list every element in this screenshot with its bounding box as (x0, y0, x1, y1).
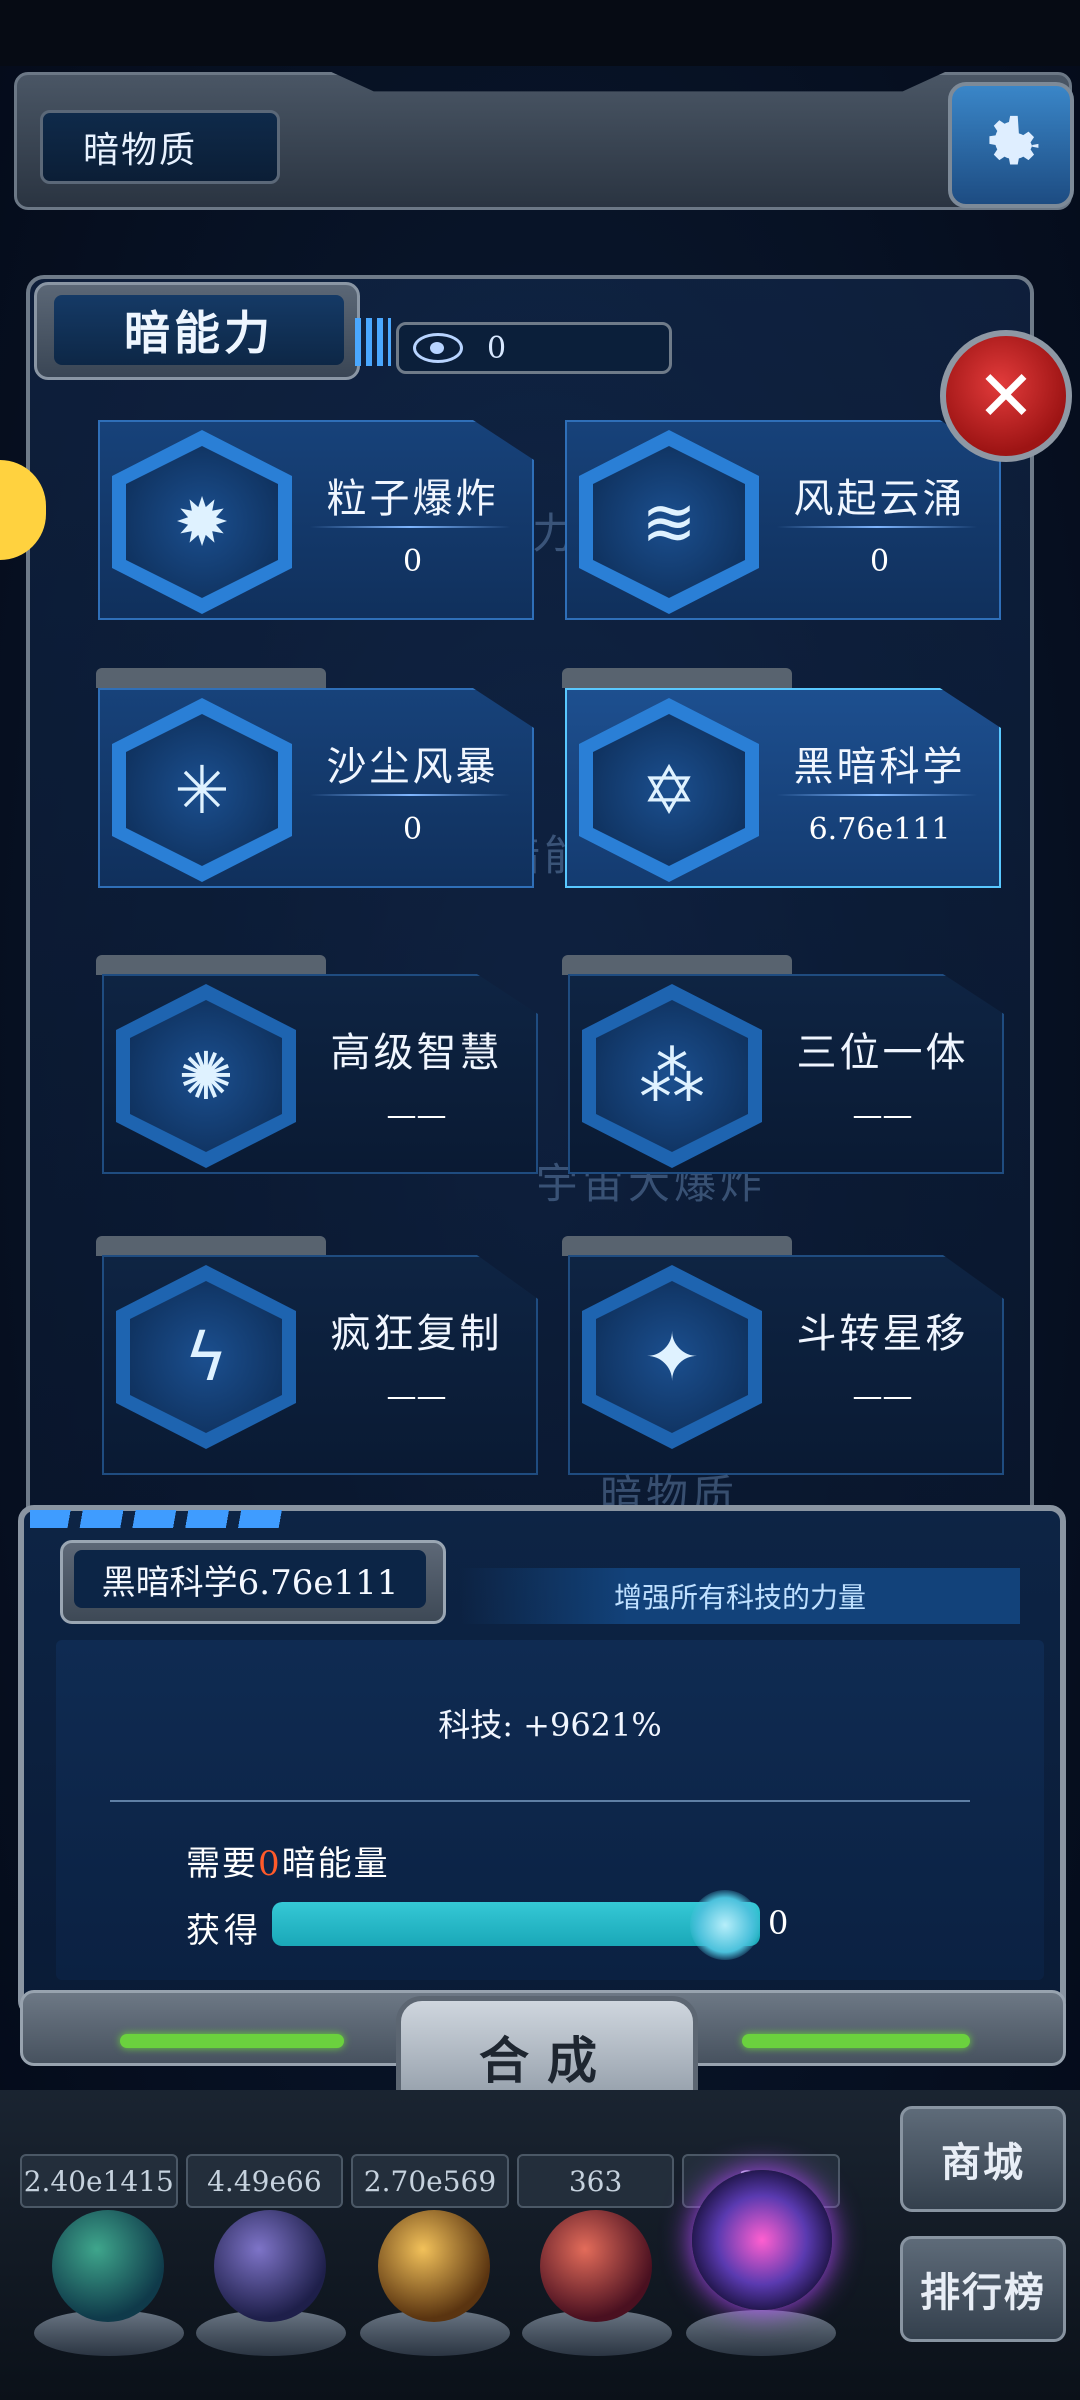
dark-energy-count: 0 (487, 330, 507, 366)
skill-value: 0 (869, 544, 890, 579)
skill-value: —— (386, 1379, 447, 1414)
status-strip (0, 0, 1080, 66)
close-icon: ✕ (976, 355, 1036, 437)
skill-name: 风起云涌 (793, 476, 966, 522)
skill-value: 6.76e111 (808, 812, 951, 847)
detail-title: 黑暗科学6.76e111 (74, 1550, 426, 1608)
skill-card-star-shift[interactable]: ✦ 斗转星移 —— (568, 1255, 1004, 1475)
settings-button[interactable] (948, 82, 1074, 208)
panel-title: 暗能力 (54, 295, 344, 365)
skill-card-advanced-wisdom[interactable]: ✺ 高级智慧 —— (102, 974, 538, 1174)
red-orb-button[interactable] (540, 2210, 652, 2322)
skill-name: 黑暗科学 (793, 744, 966, 790)
skill-value: —— (852, 1379, 913, 1414)
skill-value: —— (386, 1098, 447, 1133)
gain-slider-handle[interactable] (690, 1890, 760, 1960)
skill-value: 0 (402, 544, 423, 579)
tech-bonus: 科技: +9621% (438, 1706, 662, 1744)
ranking-button[interactable]: 排行榜 (900, 2236, 1066, 2342)
resource-value: 4.49e66 (185, 2154, 344, 2208)
skill-name: 高级智慧 (330, 1030, 503, 1076)
skill-card-crazy-copy[interactable]: ϟ 疯狂复制 —— (102, 1255, 538, 1475)
dark-energy-counter: 0 (396, 322, 672, 374)
close-button[interactable]: ✕ (940, 330, 1072, 462)
skill-name: 粒子爆炸 (326, 476, 499, 522)
gain-slider[interactable] (272, 1902, 760, 1946)
gain-value: 0 (768, 1904, 789, 1942)
skill-card-sandstorm[interactable]: ✳ 沙尘风暴 0 (98, 688, 534, 888)
header-title: 暗物质 (40, 110, 280, 184)
resource-value: 2.70e569 (351, 2154, 509, 2208)
galaxy-icon (413, 333, 463, 363)
skill-name: 斗转星移 (796, 1311, 969, 1357)
gear-icon (989, 115, 1039, 165)
dark-matter-orb-button[interactable] (692, 2170, 832, 2310)
fire-orb-button[interactable] (378, 2210, 490, 2322)
gain-slider-fill (272, 1902, 760, 1946)
resource-value: 363 (516, 2154, 675, 2208)
requirement-amount: 0 (258, 1844, 282, 1884)
skill-card-tornado[interactable]: ≋ 风起云涌 0 (565, 420, 1001, 620)
skill-value: —— (852, 1098, 913, 1133)
skill-card-trinity[interactable]: ⁂ 三位一体 —— (568, 974, 1004, 1174)
resource-value: 2.40e1415 (20, 2154, 178, 2208)
skill-name: 三位一体 (796, 1030, 969, 1076)
atom-orb-button[interactable] (52, 2210, 164, 2322)
gain-label: 获得 (186, 1911, 262, 1951)
lightning-orb-button[interactable] (214, 2210, 326, 2322)
requirement-text: 需要0暗能量 (186, 1844, 390, 1884)
shop-button[interactable]: 商城 (900, 2106, 1066, 2212)
skill-name: 沙尘风暴 (326, 744, 499, 790)
detail-description: 增强所有科技的力量 (460, 1568, 1020, 1624)
skill-name: 疯狂复制 (330, 1311, 503, 1357)
skill-card-particle-explosion[interactable]: ✹ 粒子爆炸 0 (98, 420, 534, 620)
skill-value: 0 (402, 812, 423, 847)
skill-card-dark-science[interactable]: ✡ 黑暗科学 6.76e111 (565, 688, 1001, 888)
